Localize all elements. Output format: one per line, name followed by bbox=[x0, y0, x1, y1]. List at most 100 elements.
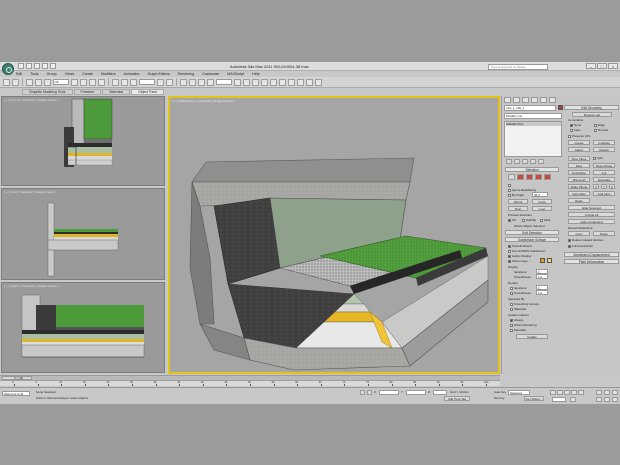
angle-snap-icon[interactable] bbox=[189, 78, 196, 86]
slice-plane-button[interactable]: Slice Plane bbox=[568, 156, 590, 161]
collapse-button[interactable]: Collapse bbox=[593, 140, 615, 145]
tab-freeform[interactable]: Freeform bbox=[73, 89, 102, 95]
maxscript-listener-field[interactable]: Welcome to M bbox=[2, 391, 30, 396]
cage-color-swatch[interactable] bbox=[540, 258, 545, 263]
paint-deformation-rollout-header[interactable]: Paint Deformation bbox=[564, 259, 619, 264]
z-coordinate-field[interactable] bbox=[433, 390, 447, 395]
edit-geometry-rollout-header[interactable]: Edit Geometry bbox=[564, 105, 619, 110]
schematic-view-icon[interactable] bbox=[279, 78, 286, 86]
add-time-tag-button[interactable]: Add Time Tag bbox=[444, 396, 470, 401]
smooth-result-checkbox[interactable]: Smooth Result bbox=[508, 244, 532, 248]
display-smoothness-spinner[interactable]: 1.0 bbox=[536, 274, 548, 279]
scale-icon[interactable] bbox=[130, 78, 137, 86]
preview-subobj-radio[interactable]: SubObj bbox=[522, 218, 536, 222]
redo-icon[interactable] bbox=[12, 78, 19, 86]
preview-off-radio[interactable]: Off bbox=[508, 218, 516, 222]
render-setup-icon[interactable] bbox=[297, 78, 304, 86]
move-icon[interactable] bbox=[112, 78, 119, 86]
object-name-field[interactable]: roof_1_100_1 bbox=[504, 105, 556, 111]
maximize-viewport-icon[interactable] bbox=[612, 397, 618, 402]
unlink-icon[interactable] bbox=[35, 78, 42, 86]
constraint-normal-radio[interactable]: Normal bbox=[594, 128, 608, 132]
modify-tab-icon[interactable] bbox=[513, 97, 520, 103]
key-filters-button[interactable]: Key Filters... bbox=[524, 396, 544, 401]
mirror-icon[interactable] bbox=[234, 78, 241, 86]
key-mode-dropdown[interactable]: Selected bbox=[508, 390, 530, 395]
hierarchy-tab-icon[interactable] bbox=[522, 97, 529, 103]
maximize-button[interactable]: □ bbox=[597, 63, 607, 69]
zoom-all-icon[interactable] bbox=[604, 390, 610, 395]
application-menu-button[interactable] bbox=[2, 63, 14, 75]
reset-plane-button[interactable]: Reset Plane bbox=[593, 163, 615, 168]
detach-button[interactable]: Detach bbox=[593, 147, 615, 152]
quickslice-button[interactable]: QuickSlice bbox=[568, 170, 590, 175]
select-object-icon[interactable] bbox=[71, 78, 78, 86]
update-always-radio[interactable]: Always bbox=[510, 318, 524, 322]
update-button[interactable]: Update bbox=[516, 334, 548, 339]
unhide-all-button[interactable]: Unhide All bbox=[568, 212, 615, 217]
open-file-icon[interactable] bbox=[26, 63, 32, 69]
motion-tab-icon[interactable] bbox=[531, 97, 538, 103]
isoline-display-checkbox[interactable]: Isoline Display bbox=[508, 254, 531, 258]
rendered-frame-icon[interactable] bbox=[306, 78, 313, 86]
modifier-stack[interactable]: Editable Poly bbox=[504, 121, 562, 157]
absolute-mode-icon[interactable] bbox=[367, 390, 372, 395]
soft-selection-rollout-header[interactable]: Soft Selection bbox=[505, 230, 559, 235]
front-viewport[interactable]: [ + ] [ Front ] [ Realistic ] [ Edged Fa… bbox=[1, 96, 165, 186]
snap-toggle-icon[interactable] bbox=[180, 78, 187, 86]
constraint-none-radio[interactable]: None bbox=[570, 123, 581, 127]
rotate-icon[interactable] bbox=[121, 78, 128, 86]
use-nurms-checkbox[interactable]: Use NURMS Subdivision bbox=[508, 249, 545, 253]
view-align-button[interactable]: View Align bbox=[568, 191, 590, 196]
slice-button[interactable]: Slice bbox=[568, 163, 590, 168]
zoom-icon[interactable] bbox=[596, 390, 602, 395]
named-selection-dropdown[interactable] bbox=[216, 79, 232, 85]
create-button[interactable]: Create bbox=[568, 140, 590, 145]
update-manually-radio[interactable]: Manually bbox=[510, 328, 526, 332]
render-production-icon[interactable] bbox=[315, 78, 322, 86]
constraint-edge-radio[interactable]: Edge bbox=[594, 123, 605, 127]
show-end-result-icon[interactable] bbox=[514, 159, 520, 164]
y-coordinate-field[interactable] bbox=[406, 390, 426, 395]
reference-coordinate-dropdown[interactable] bbox=[139, 79, 155, 85]
grid-align-button[interactable]: Grid Align bbox=[593, 191, 615, 196]
msmooth-button[interactable]: MSmooth bbox=[568, 177, 590, 182]
preview-multi-radio[interactable]: Multi bbox=[540, 218, 550, 222]
selection-rollout-header[interactable]: Selection bbox=[505, 167, 559, 172]
pin-stack-icon[interactable] bbox=[506, 159, 512, 164]
by-angle-checkbox[interactable]: By Angle: bbox=[508, 193, 525, 197]
lock-selection-icon[interactable] bbox=[360, 390, 365, 395]
render-smoothness-checkbox[interactable]: Smoothness: bbox=[510, 291, 532, 295]
current-frame-field[interactable] bbox=[552, 397, 566, 402]
previous-frame-icon[interactable] bbox=[557, 390, 563, 395]
layer-manager-icon[interactable] bbox=[252, 78, 259, 86]
play-icon[interactable] bbox=[564, 390, 570, 395]
cage-selection-color-swatch[interactable] bbox=[547, 258, 552, 263]
pivot-center-icon[interactable] bbox=[157, 78, 164, 86]
link-icon[interactable] bbox=[26, 78, 33, 86]
shrink-button[interactable]: Shrink bbox=[508, 199, 528, 204]
graphite-toggle-icon[interactable] bbox=[261, 78, 268, 86]
edge-mode-icon[interactable] bbox=[517, 174, 524, 180]
minimize-button[interactable]: – bbox=[586, 63, 596, 69]
tab-object-paint[interactable]: Object Paint bbox=[131, 89, 164, 95]
vertex-mode-icon[interactable] bbox=[508, 174, 515, 180]
modifier-list-dropdown[interactable]: Modifier List bbox=[504, 113, 562, 119]
save-file-icon[interactable] bbox=[34, 63, 40, 69]
percent-snap-icon[interactable] bbox=[198, 78, 205, 86]
time-configuration-icon[interactable] bbox=[570, 397, 576, 402]
search-input[interactable]: Type a keyword or phrase bbox=[488, 63, 548, 70]
render-iterations-checkbox[interactable]: Iterations: bbox=[510, 286, 527, 290]
polygon-mode-icon[interactable] bbox=[535, 174, 542, 180]
spinner-snap-icon[interactable] bbox=[207, 78, 214, 86]
subdivision-displacement-rollout-header[interactable]: Subdivision Displacement bbox=[564, 252, 619, 257]
angle-spinner[interactable]: 45.0 bbox=[532, 192, 548, 197]
subdivision-surface-rollout-header[interactable]: Subdivision Surface bbox=[505, 237, 559, 242]
y-button[interactable]: Y bbox=[601, 184, 607, 189]
undo-icon[interactable] bbox=[3, 78, 10, 86]
orbit-icon[interactable] bbox=[604, 397, 610, 402]
border-mode-icon[interactable] bbox=[526, 174, 533, 180]
hide-unselected-button[interactable]: Hide Unselected bbox=[568, 219, 615, 224]
window-crossing-icon[interactable] bbox=[98, 78, 105, 86]
by-vertex-checkbox[interactable] bbox=[508, 183, 512, 187]
